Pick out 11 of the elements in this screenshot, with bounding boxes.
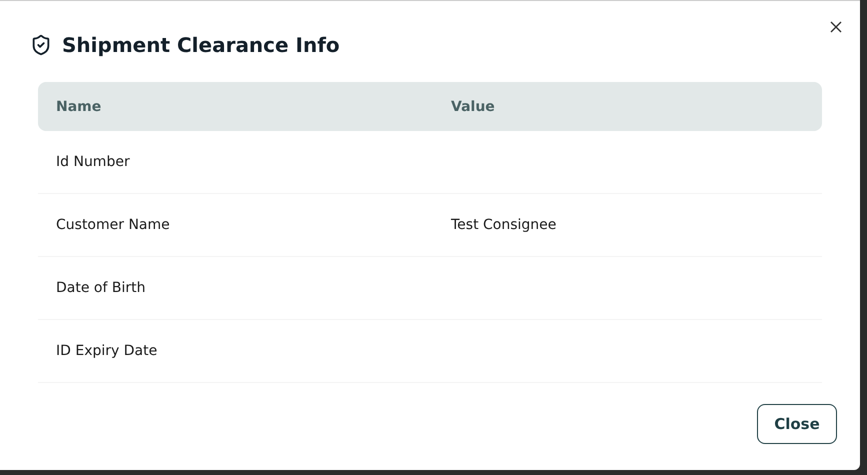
table-cell-text: Customer Name: [55, 217, 170, 233]
column-header: Name: [55, 98, 102, 114]
column-header: Value: [450, 98, 496, 114]
table-cell-text: Id Number: [55, 154, 130, 170]
shield-check-icon: [30, 33, 52, 57]
table-cell-text: Date of Birth: [55, 280, 146, 296]
table-cell-text: Test Consignee: [450, 217, 556, 233]
table-cell-text: ID Expiry Date: [55, 343, 158, 359]
close-button[interactable]: Close: [757, 404, 837, 444]
dialog-title: Shipment Clearance Info: [62, 33, 340, 57]
close-icon[interactable]: [828, 19, 844, 35]
